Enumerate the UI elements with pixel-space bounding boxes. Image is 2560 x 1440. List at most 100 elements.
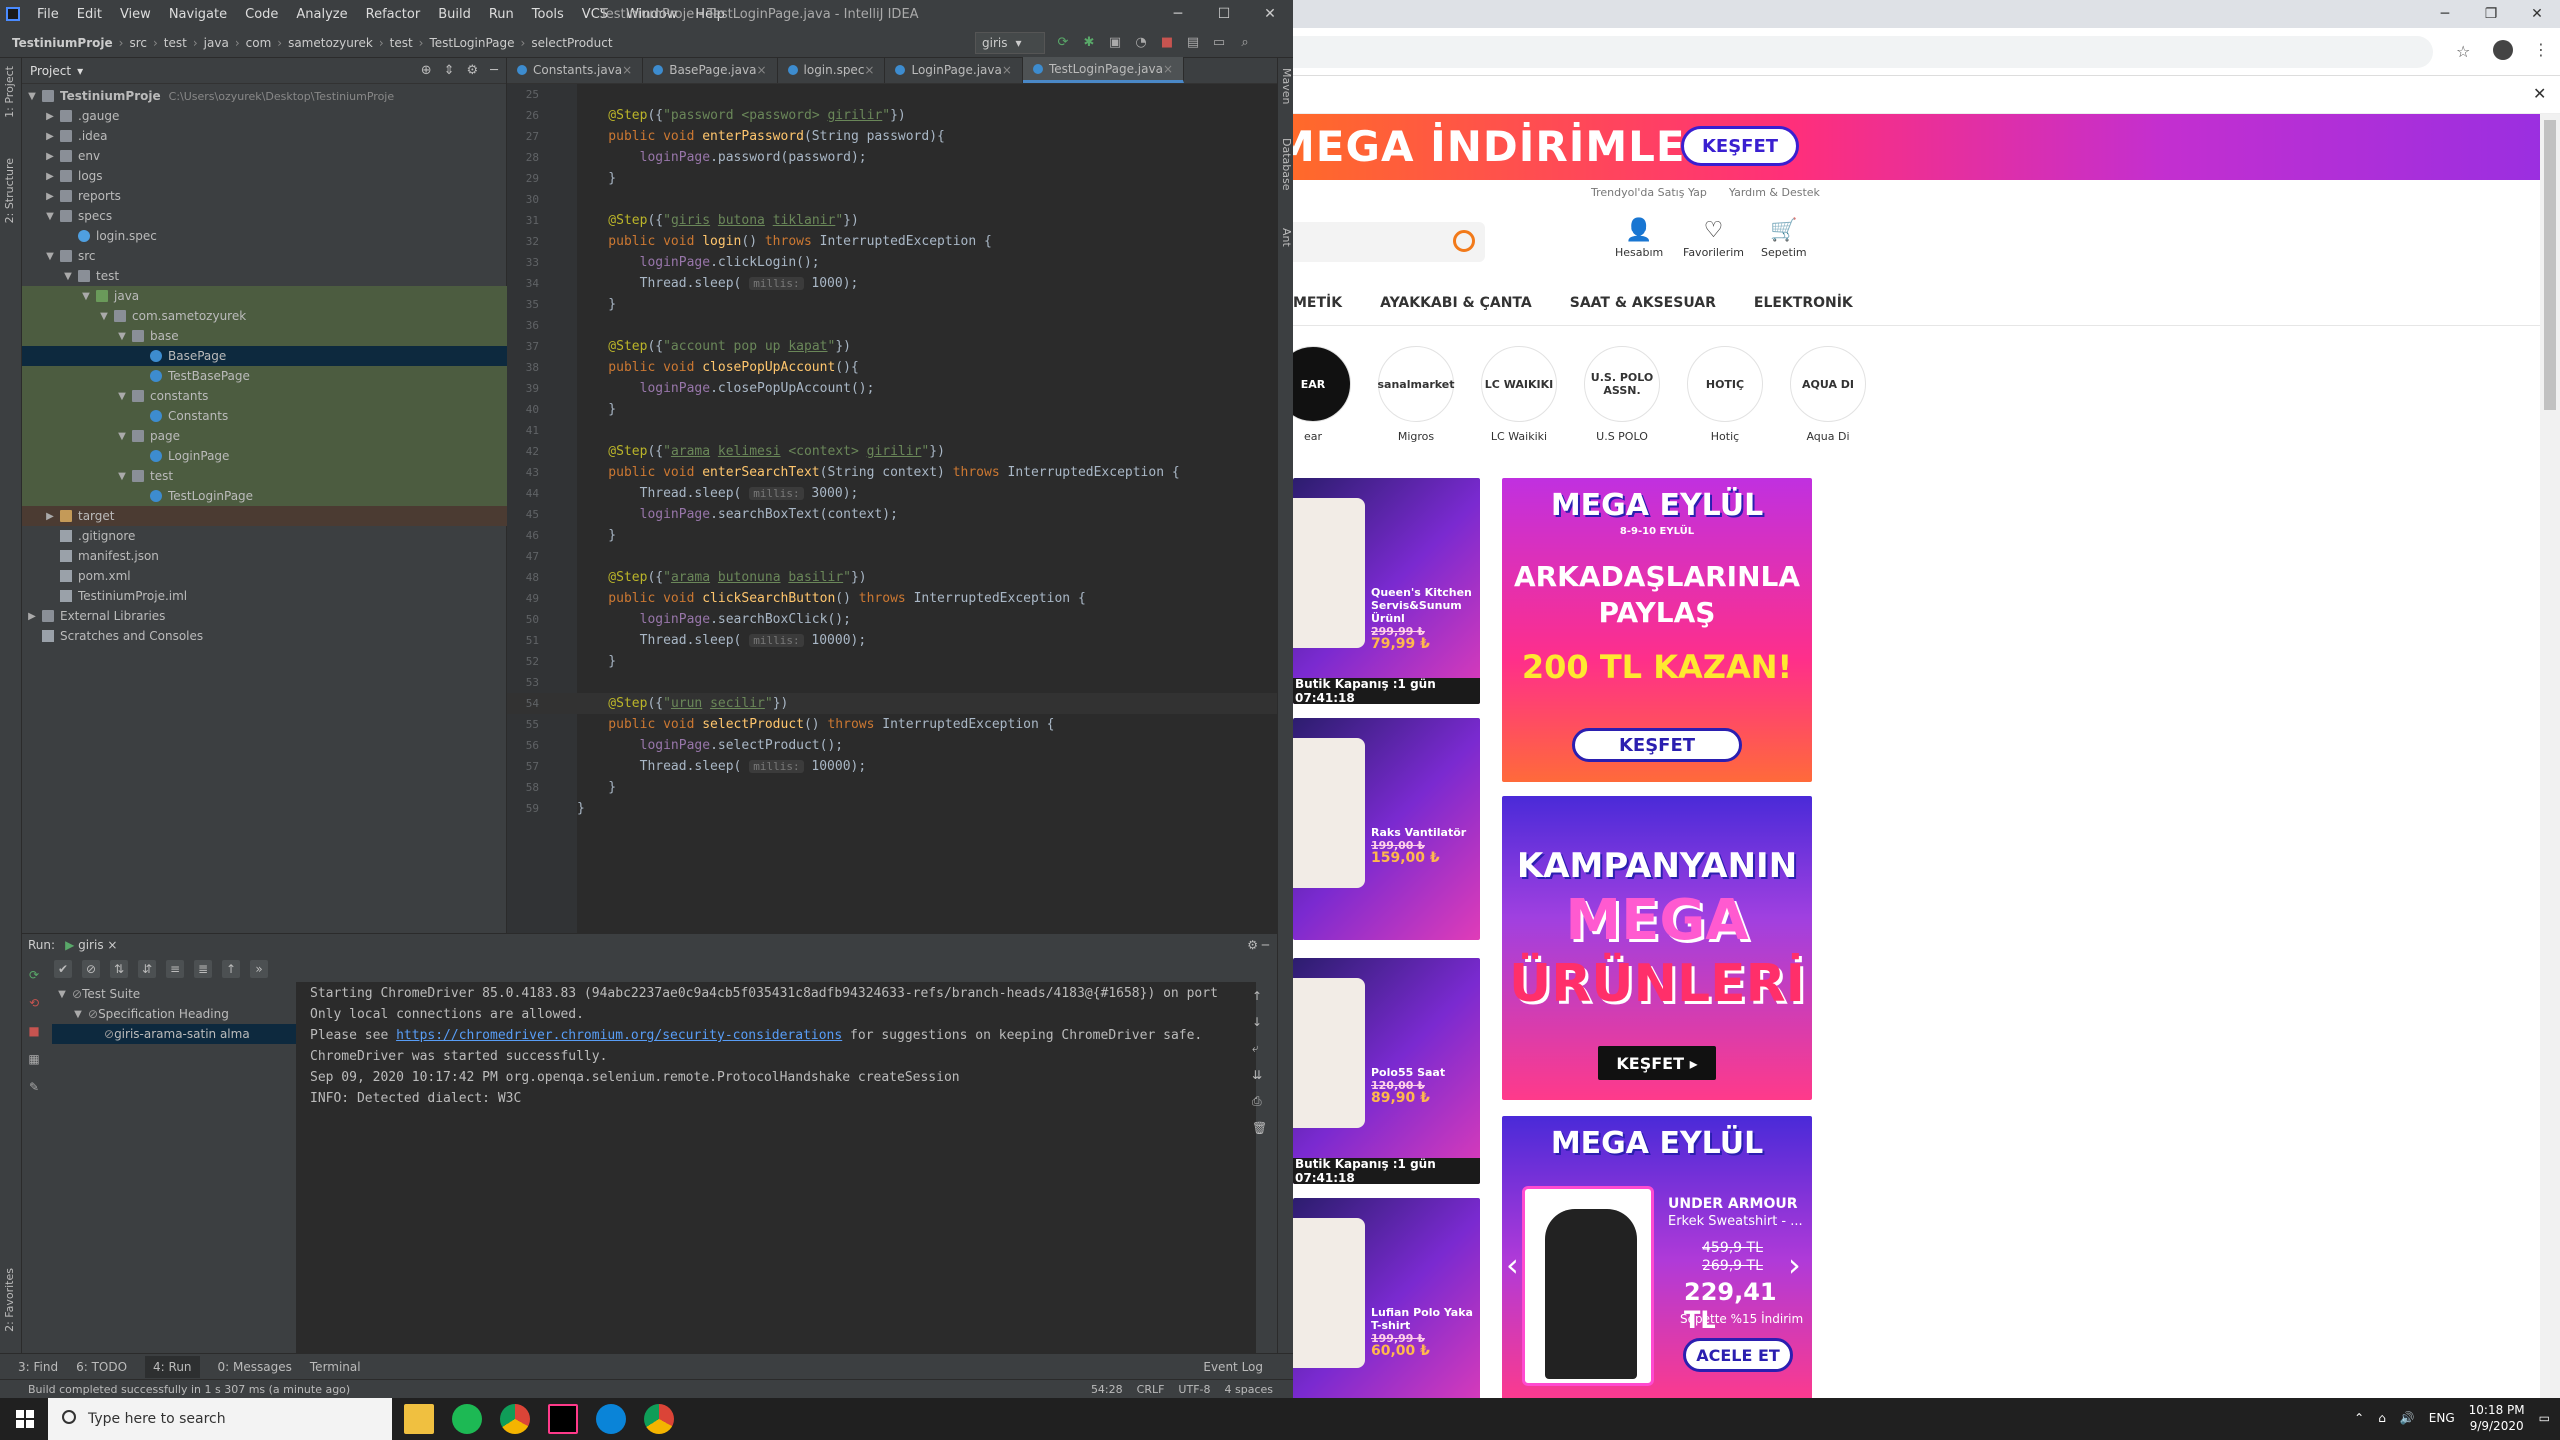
store-label[interactable]: U.S POLO	[1577, 430, 1667, 443]
console-link[interactable]: https://chromedriver.chromium.org/securi…	[396, 1028, 842, 1043]
chrome-menu-icon[interactable]: ⋮	[2533, 40, 2549, 59]
promo-under-armour[interactable]: MEGA EYLÜL UNDER ARMOUR Erkek Sweatshirt…	[1502, 1116, 1812, 1398]
editor-tab[interactable]: Constants.java ×	[507, 57, 644, 83]
tree-item[interactable]: TestiniumProje.iml	[22, 586, 507, 606]
promo-acele-et-button[interactable]: ACELE ET	[1683, 1338, 1793, 1372]
breadcrumb-item[interactable]: com	[246, 36, 272, 50]
breadcrumb-item[interactable]: sametozyurek	[288, 36, 373, 50]
breadcrumb-item[interactable]: TestLoginPage	[429, 36, 514, 50]
campaign-card[interactable]: Raks Vantilatör 199,00 ₺ 159,00 ₺	[1293, 718, 1480, 940]
menu-item-view[interactable]: View	[120, 7, 151, 22]
chevron-right-icon[interactable]: ▶	[44, 171, 56, 182]
menu-item-analyze[interactable]: Analyze	[296, 7, 347, 22]
status-info[interactable]: CRLF	[1137, 1383, 1165, 1396]
expand-all-icon[interactable]: ≡	[166, 960, 184, 978]
breadcrumb-item[interactable]: java	[204, 36, 229, 50]
scrollbar-thumb[interactable]	[2544, 120, 2556, 410]
cart-button[interactable]: 🛒 Sepetim	[1761, 218, 1807, 259]
windows-start-icon[interactable]	[16, 1410, 34, 1428]
file-explorer-icon[interactable]	[404, 1404, 434, 1434]
breadcrumb-item[interactable]: src	[129, 36, 147, 50]
favorites-button[interactable]: ♡ Favorilerim	[1683, 218, 1744, 259]
tree-item[interactable]: ▶ target	[22, 506, 507, 526]
close-icon[interactable]: ✕	[2533, 84, 2546, 103]
store-logo[interactable]: HOTIÇ	[1687, 346, 1763, 422]
bottom-tab-terminal[interactable]: Terminal	[310, 1360, 361, 1374]
tree-item[interactable]: BasePage	[22, 346, 507, 366]
coverage-icon[interactable]: ▣	[1107, 34, 1123, 50]
favorites-tool-tab[interactable]: 2: Favorites	[3, 1268, 16, 1332]
store-logo[interactable]: EAR	[1293, 346, 1351, 422]
promo-arkadaslarinla-paylas[interactable]: MEGA EYLÜL 8-9-10 EYLÜL ARKADAŞLARINLA P…	[1502, 478, 1812, 782]
test-tree-item[interactable]: ▼ ⊘ Specification Heading	[52, 1004, 298, 1024]
tree-item[interactable]: pom.xml	[22, 566, 507, 586]
status-info[interactable]: 4 spaces	[1225, 1383, 1274, 1396]
pin-icon[interactable]: ✎	[29, 1080, 39, 1094]
tree-item[interactable]: ▼ page	[22, 426, 507, 446]
chevron-up-icon[interactable]: ⌃	[2354, 1411, 2364, 1425]
locate-icon[interactable]: ⊕	[421, 63, 432, 78]
mega-indirimler-banner[interactable]: MEGA İNDİRİMLER KEŞFET	[1293, 114, 2540, 180]
store-logo[interactable]: sanalmarket	[1377, 346, 1455, 422]
run-config-select[interactable]: giris ▾	[975, 32, 1045, 54]
chevron-down-icon[interactable]: ▼	[62, 271, 74, 282]
event-log-tab[interactable]: Event Log	[1203, 1360, 1263, 1374]
chevron-down-icon[interactable]: ▼	[80, 291, 92, 302]
project-structure-icon[interactable]: ▤	[1185, 34, 1201, 50]
maven-tool-tab[interactable]: Maven	[1280, 68, 1293, 104]
address-bar[interactable]	[1293, 36, 2433, 68]
store-logo[interactable]: U.S. POLO ASSN.	[1584, 346, 1660, 422]
tree-item[interactable]: .gitignore	[22, 526, 507, 546]
debug-icon[interactable]: ✱	[1081, 34, 1097, 50]
close-tab-icon[interactable]: ×	[622, 63, 632, 77]
project-view-select[interactable]: Project	[30, 64, 71, 78]
sort-duration-icon[interactable]: ⇵	[138, 960, 156, 978]
close-tab-icon[interactable]: ×	[864, 63, 874, 77]
tree-item[interactable]: TestLoginPage	[22, 486, 507, 506]
soft-wrap-icon[interactable]: ⤶	[1252, 1041, 1267, 1056]
menu-item-refactor[interactable]: Refactor	[366, 7, 421, 22]
category-link[interactable]: ELEKTRONİK	[1754, 295, 1853, 311]
help-link[interactable]: Yardım & Destek	[1729, 186, 1820, 199]
tree-item[interactable]: ▶ .gauge	[22, 106, 507, 126]
chevron-down-icon[interactable]: ▼	[26, 91, 38, 102]
run-tab-giris[interactable]: ▶ giris ×	[65, 938, 117, 952]
campaign-card[interactable]: Polo55 Saat 120,00 ₺ 89,90 ₺ Butik Kapanış …	[1293, 958, 1480, 1184]
chevron-down-icon[interactable]: ▼	[98, 311, 110, 322]
search-input[interactable]	[1293, 222, 1485, 262]
banner-kesfet-button[interactable]: KEŞFET	[1681, 126, 1799, 166]
chevron-down-icon[interactable]: ▼	[116, 391, 128, 402]
campaign-card[interactable]: Lufian Polo Yaka T-shirt 199,99 ₺ 60,00 ₺	[1293, 1198, 1480, 1398]
maximize-icon[interactable]: ❐	[2468, 0, 2514, 28]
tree-item[interactable]: login.spec	[22, 226, 507, 246]
chevron-down-icon[interactable]: ▼	[56, 989, 68, 1000]
collapse-all-icon[interactable]: ≣	[194, 960, 212, 978]
tree-item[interactable]: ▼ base	[22, 326, 507, 346]
rerun-failed-icon[interactable]: ⟲	[29, 996, 39, 1010]
menu-item-navigate[interactable]: Navigate	[169, 7, 227, 22]
tree-item[interactable]: ▶ .idea	[22, 126, 507, 146]
tree-item[interactable]: ▼ TestiniumProje C:\Users\ozyurek\Desktop\…	[22, 86, 507, 106]
chevron-down-icon[interactable]: ▼	[44, 251, 56, 262]
scroll-to-end-icon[interactable]: ⇊	[1252, 1068, 1267, 1082]
bottom-tab-todo[interactable]: 6: TODO	[76, 1360, 127, 1374]
bottom-tab-run[interactable]: 4: Run	[145, 1355, 200, 1378]
close-icon[interactable]: ✕	[2514, 0, 2560, 28]
search-icon[interactable]: ⌕	[1237, 34, 1253, 50]
chevron-right-icon[interactable]: ▶	[44, 131, 56, 142]
breadcrumb-item[interactable]: test	[390, 36, 413, 50]
more-icon[interactable]: »	[250, 960, 268, 978]
store-logo[interactable]: AQUA DI	[1790, 346, 1866, 422]
menu-item-file[interactable]: File	[37, 7, 59, 22]
scroll-up-icon[interactable]: ↑	[1252, 989, 1267, 1003]
category-link[interactable]: AYAKKABI & ÇANTA	[1380, 295, 1532, 311]
tree-item[interactable]: LoginPage	[22, 446, 507, 466]
close-icon[interactable]: ✕	[1247, 0, 1293, 28]
language-indicator[interactable]: ENG	[2429, 1411, 2455, 1425]
tree-item[interactable]: ▼ specs	[22, 206, 507, 226]
show-ignored-icon[interactable]: ⊘	[82, 960, 100, 978]
bottom-tab-search[interactable]: 3: Find	[18, 1360, 58, 1374]
intellij-icon[interactable]	[548, 1404, 578, 1434]
profile-avatar[interactable]	[2493, 40, 2513, 60]
breadcrumb-item[interactable]: test	[164, 36, 187, 50]
